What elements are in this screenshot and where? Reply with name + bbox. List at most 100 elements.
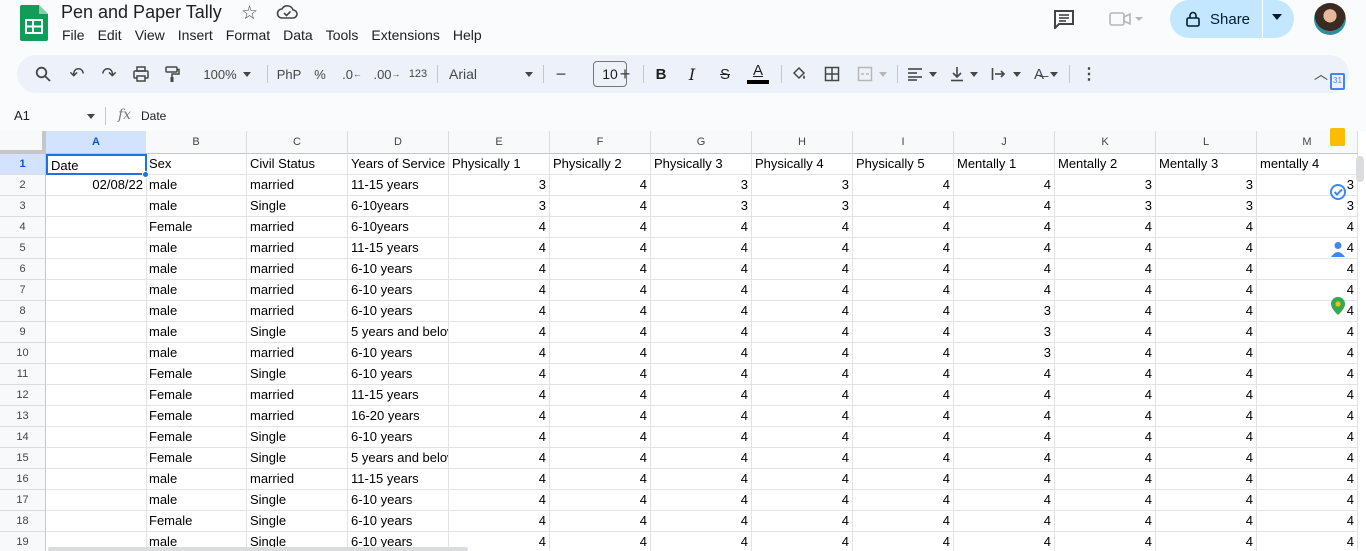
undo-icon[interactable]: ↶ [65,55,89,93]
table-cell[interactable]: 4 [550,175,651,196]
table-cell[interactable]: 6-10 years [348,280,449,301]
table-cell[interactable]: 4 [853,511,954,532]
table-cell[interactable]: 4 [1156,217,1257,238]
table-cell[interactable]: Single [247,490,348,511]
menu-file[interactable]: File [62,27,85,43]
table-cell[interactable]: 4 [449,427,550,448]
italic-button[interactable]: I [682,55,702,93]
table-cell[interactable]: 5 years and below [348,322,449,343]
menu-help[interactable]: Help [453,27,482,43]
table-cell[interactable]: Single [247,448,348,469]
table-cell[interactable]: 4 [1257,448,1358,469]
table-cell[interactable] [46,427,147,448]
table-cell[interactable]: 4 [853,406,954,427]
table-cell[interactable]: 3 [1055,175,1156,196]
column-header-f[interactable]: F [550,131,651,154]
table-cell[interactable]: 4 [853,259,954,280]
header-cell[interactable]: Physically 5 [853,154,954,175]
table-cell[interactable]: 4 [1257,217,1358,238]
table-cell[interactable]: married [247,217,348,238]
table-cell[interactable]: 4 [1257,406,1358,427]
table-cell[interactable]: 4 [853,322,954,343]
table-cell[interactable]: 4 [1055,448,1156,469]
table-cell[interactable]: 4 [449,364,550,385]
table-cell[interactable]: 4 [853,175,954,196]
row-header[interactable]: 5 [0,238,46,259]
table-cell[interactable]: 6-10 years [348,490,449,511]
header-cell[interactable]: Mentally 2 [1055,154,1156,175]
table-cell[interactable] [46,364,147,385]
merge-cells-icon[interactable] [855,55,889,93]
table-cell[interactable]: 4 [449,385,550,406]
table-cell[interactable]: 4 [1156,364,1257,385]
table-cell[interactable]: 4 [449,406,550,427]
table-cell[interactable]: 4 [752,280,853,301]
table-cell[interactable]: 4 [1055,469,1156,490]
header-cell[interactable]: Physically 3 [651,154,752,175]
table-cell[interactable]: 4 [651,385,752,406]
table-cell[interactable]: 4 [550,217,651,238]
table-cell[interactable]: 4 [449,490,550,511]
row-header[interactable]: 12 [0,385,46,406]
table-cell[interactable]: 6-10 years [348,259,449,280]
table-cell[interactable]: 4 [550,322,651,343]
chevron-down-icon[interactable] [87,114,95,119]
row-header[interactable]: 1 [0,154,46,175]
table-cell[interactable]: 4 [853,280,954,301]
table-cell[interactable]: 11-15 years [348,385,449,406]
table-cell[interactable]: 6-10 years [348,343,449,364]
table-cell[interactable]: 4 [752,301,853,322]
table-cell[interactable]: 4 [954,217,1055,238]
table-cell[interactable]: 4 [1156,511,1257,532]
bold-button[interactable]: B [651,55,671,93]
header-cell[interactable]: Years of Service [348,154,449,175]
table-cell[interactable]: 4 [853,343,954,364]
table-cell[interactable] [46,448,147,469]
table-cell[interactable]: male [146,280,247,301]
table-cell[interactable]: 4 [449,259,550,280]
column-header-i[interactable]: I [853,131,954,154]
table-cell[interactable]: Female [146,385,247,406]
table-cell[interactable] [46,280,147,301]
table-cell[interactable]: 4 [752,217,853,238]
table-cell[interactable]: 3 [752,196,853,217]
table-cell[interactable] [46,322,147,343]
table-cell[interactable]: 4 [1257,259,1358,280]
table-cell[interactable]: male [146,343,247,364]
menu-format[interactable]: Format [226,27,270,43]
column-header-a[interactable]: A [46,131,147,154]
table-cell[interactable]: male [146,322,247,343]
table-cell[interactable]: 4 [752,490,853,511]
row-header[interactable]: 17 [0,490,46,511]
table-cell[interactable]: 4 [550,259,651,280]
table-cell[interactable]: 4 [954,469,1055,490]
table-cell[interactable]: 6-10 years [348,511,449,532]
star-icon[interactable]: ☆ [241,2,258,25]
sheets-logo-icon[interactable] [20,5,48,41]
menu-insert[interactable]: Insert [178,27,213,43]
table-cell[interactable]: 4 [1055,343,1156,364]
paint-format-icon[interactable] [160,55,184,93]
table-cell[interactable]: 4 [449,448,550,469]
share-main-button[interactable]: Share [1170,0,1262,38]
table-cell[interactable]: 3 [651,196,752,217]
table-cell[interactable]: 6-10 years [348,364,449,385]
column-header-h[interactable]: H [752,131,853,154]
table-cell[interactable]: 4 [651,427,752,448]
row-header[interactable]: 2 [0,175,46,196]
borders-icon[interactable] [822,55,842,93]
table-cell[interactable]: 6-10 years [348,427,449,448]
table-cell[interactable]: 4 [1257,385,1358,406]
table-cell[interactable]: 4 [752,259,853,280]
table-cell[interactable]: Single [247,322,348,343]
table-cell[interactable]: 4 [651,280,752,301]
table-cell[interactable]: Single [247,511,348,532]
row-header[interactable]: 13 [0,406,46,427]
column-header-j[interactable]: J [954,131,1055,154]
tasks-icon[interactable] [1329,183,1347,201]
table-cell[interactable]: 4 [752,385,853,406]
column-header-g[interactable]: G [651,131,752,154]
table-cell[interactable]: 4 [1156,343,1257,364]
cloud-status-icon[interactable] [276,4,298,20]
table-cell[interactable]: 4 [449,511,550,532]
